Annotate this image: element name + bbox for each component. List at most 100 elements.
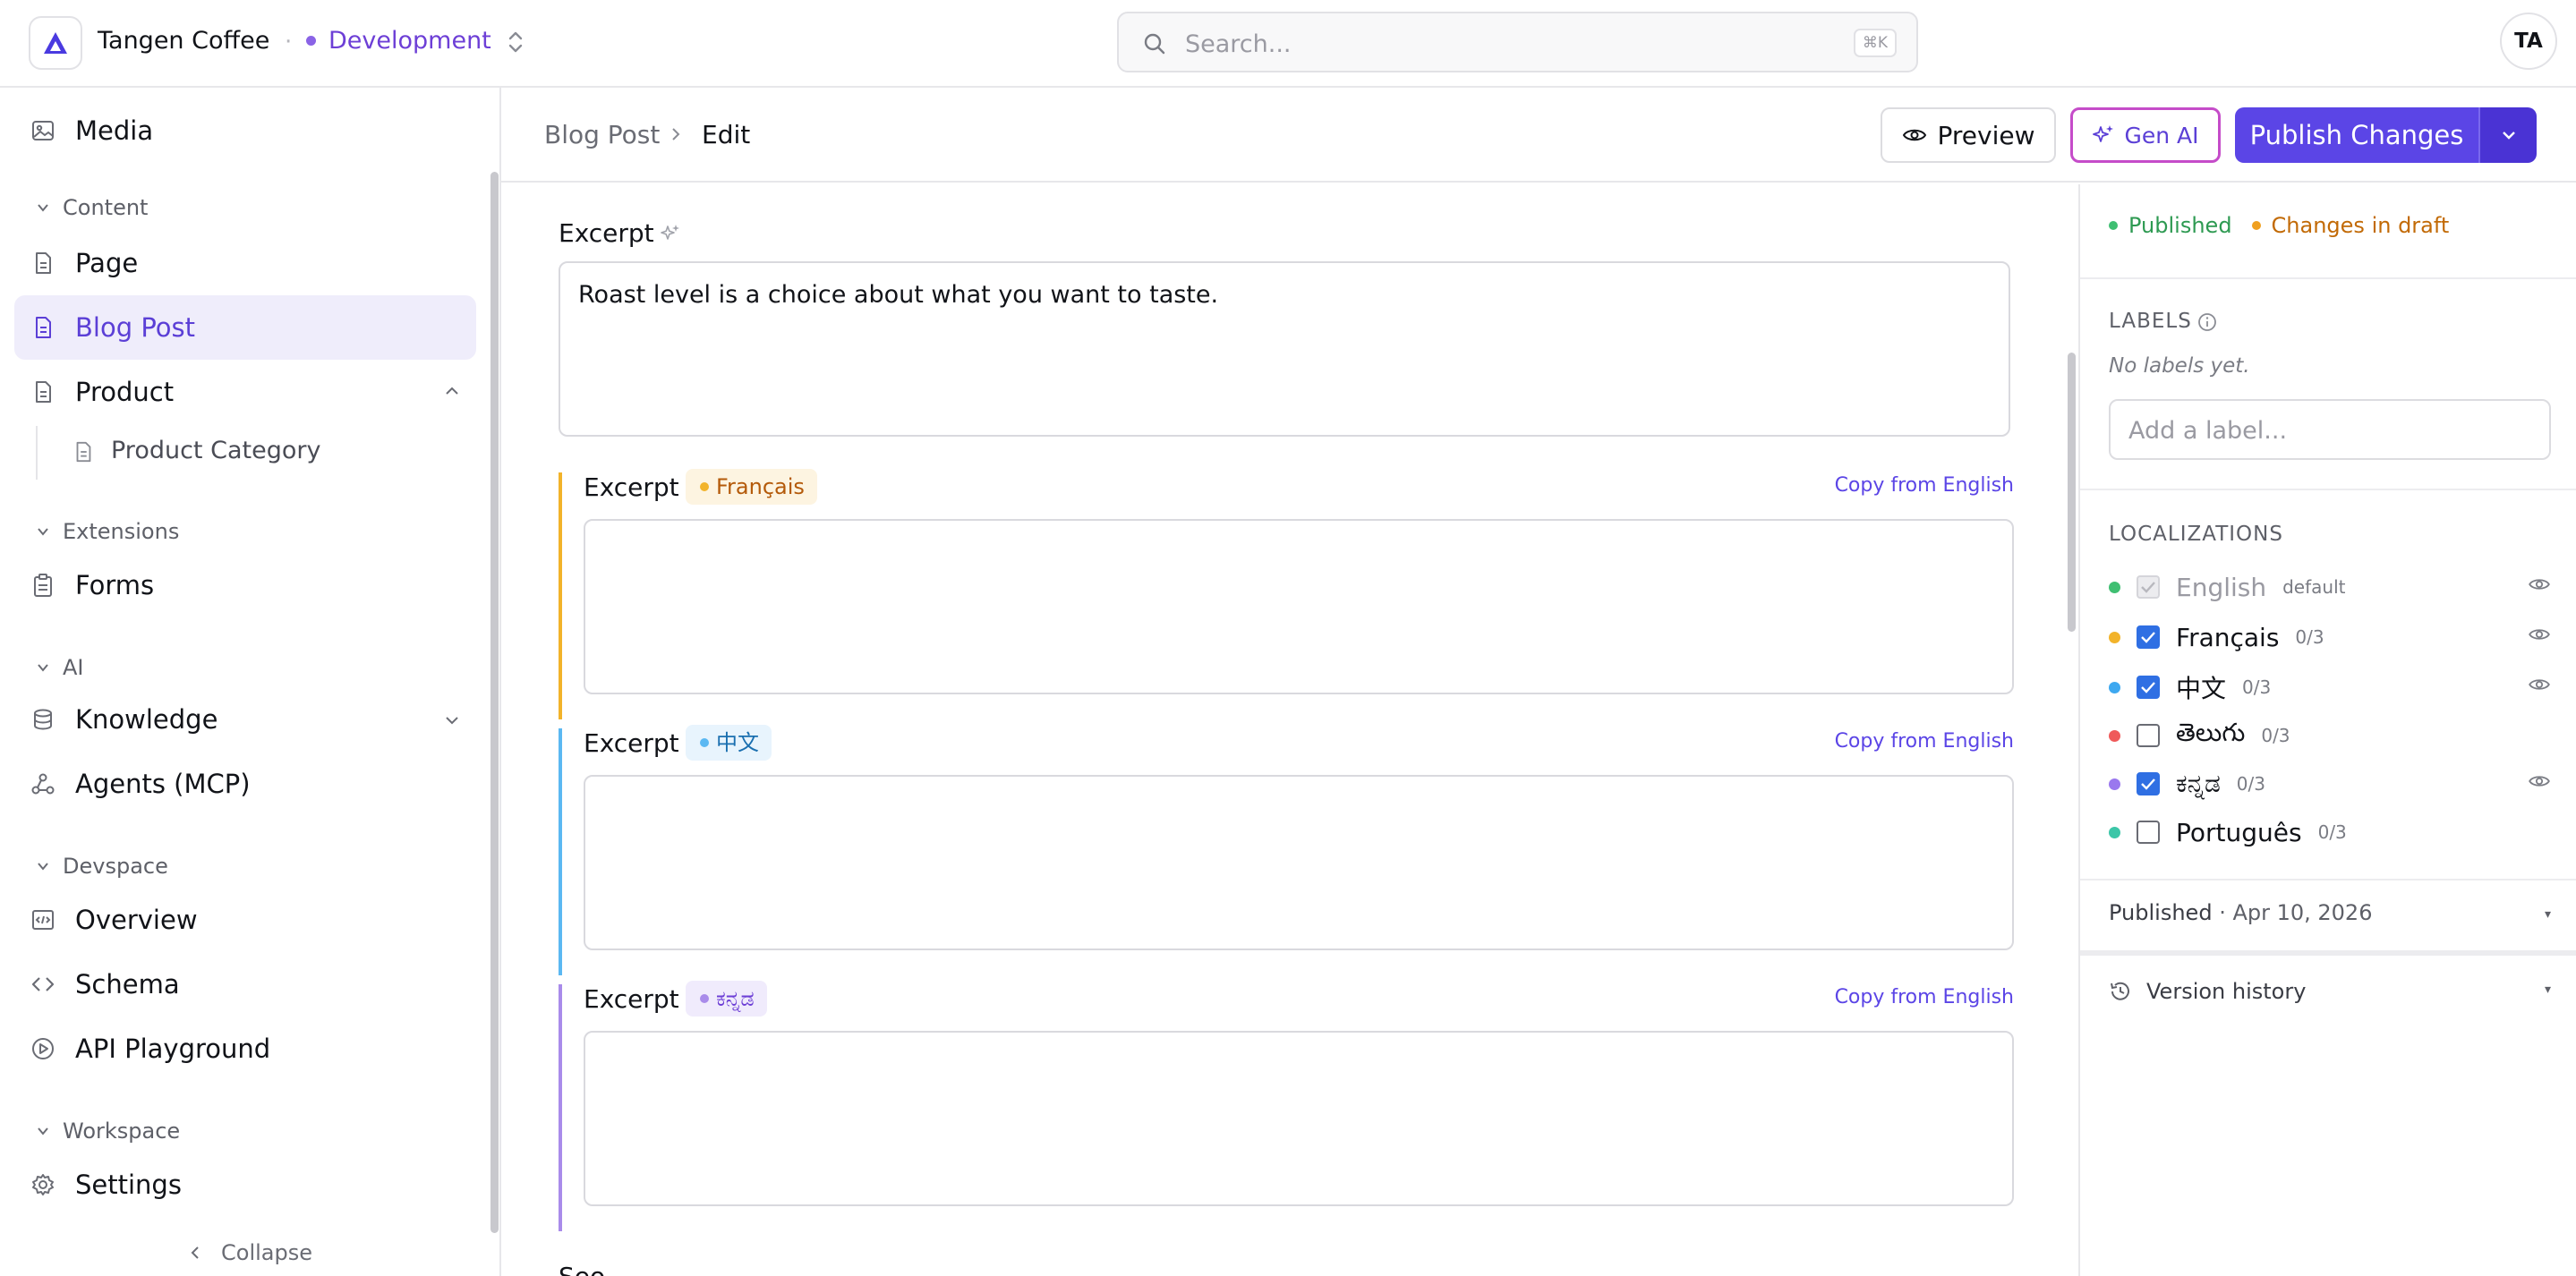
checkmark-icon: [2141, 582, 2155, 593]
environment-switcher[interactable]: Development: [306, 27, 491, 55]
sidebar-item-blog-post[interactable]: Blog Post: [14, 295, 476, 360]
divider: [2080, 277, 2576, 279]
locale-dot: [2109, 581, 2120, 593]
sidebar-item-label: Page: [75, 248, 139, 278]
caret-down-icon: ▾: [2544, 907, 2551, 922]
locale-dot: [2109, 631, 2120, 643]
environment-label: Development: [328, 27, 491, 55]
locale-badge-zh: 中文: [686, 725, 772, 761]
breadcrumb-root[interactable]: Blog Post: [544, 120, 660, 149]
info-icon[interactable]: [2196, 311, 2218, 333]
excerpt-textarea-fr[interactable]: [584, 519, 2014, 694]
locale-checkbox[interactable]: [2137, 821, 2160, 844]
gen-ai-button[interactable]: Gen AI: [2070, 107, 2221, 163]
locale-meta: 0/3: [2261, 725, 2290, 746]
sidebar-item-knowledge[interactable]: Knowledge: [14, 687, 476, 752]
chevron-up-icon[interactable]: [444, 385, 460, 397]
sidebar-item-product-category[interactable]: Product Category: [36, 426, 474, 480]
settings-panel: Published Changes in draft LABELS No lab…: [2078, 184, 2576, 1276]
section-extensions[interactable]: Extensions: [36, 519, 179, 544]
draft-dot: [2251, 221, 2261, 230]
code-brackets-icon: [31, 977, 55, 991]
app-logo[interactable]: [29, 16, 82, 70]
publish-options-button[interactable]: [2478, 107, 2537, 163]
locale-name: తెలుగు: [2176, 718, 2246, 747]
webhook-icon: [31, 773, 55, 795]
sidebar-item-product[interactable]: Product: [14, 360, 476, 424]
version-history-row[interactable]: Version history ▾: [2109, 979, 2551, 1004]
excerpt-textarea[interactable]: Roast level is a choice about what you w…: [559, 261, 2010, 437]
preview-button[interactable]: Preview: [1881, 107, 2056, 163]
sidebar-scrollbar[interactable]: [490, 172, 499, 1233]
section-content[interactable]: Content: [36, 195, 148, 220]
excerpt-textarea-kn[interactable]: [584, 1031, 2014, 1206]
section-devspace[interactable]: Devspace: [36, 854, 168, 879]
code-file-icon: [32, 910, 54, 930]
copy-from-english-link[interactable]: Copy from English: [1835, 474, 2014, 497]
search-input[interactable]: Search... ⌘K: [1117, 12, 1918, 72]
locale-name: Français: [716, 474, 805, 499]
locale-checkbox[interactable]: [2137, 676, 2160, 699]
eye-icon[interactable]: [2528, 773, 2551, 789]
localizations-heading: LOCALIZATIONS: [2109, 523, 2283, 546]
sidebar-item-page[interactable]: Page: [14, 231, 476, 295]
eye-icon[interactable]: [2528, 576, 2551, 592]
locale-checkbox[interactable]: [2137, 772, 2160, 795]
eye-icon[interactable]: [2528, 676, 2551, 693]
publish-changes-button[interactable]: Publish Changes: [2235, 107, 2478, 163]
sidebar-item-schema[interactable]: Schema: [14, 952, 476, 1017]
editor-content: Excerpt Roast level is a choice about wh…: [501, 184, 2078, 1276]
editor-scrollbar[interactable]: [2068, 353, 2076, 632]
field-label-excerpt: Excerpt: [559, 218, 654, 248]
locale-meta: 0/3: [2295, 626, 2324, 648]
workspace-name[interactable]: Tangen Coffee: [98, 27, 269, 55]
sidebar-item-overview[interactable]: Overview: [14, 888, 476, 952]
document-icon: [76, 441, 91, 463]
document-icon: [36, 381, 51, 403]
sidebar-item-api-playground[interactable]: API Playground: [14, 1017, 476, 1081]
locale-dot: [700, 994, 709, 1003]
localization-row-chinese: 中文 0/3: [2109, 669, 2551, 705]
add-label-input[interactable]: Add a label...: [2109, 399, 2551, 460]
checkmark-icon: [2141, 632, 2155, 643]
locale-checkbox[interactable]: [2137, 625, 2160, 649]
status-row: Published Changes in draft: [2109, 213, 2449, 238]
sparkles-icon: [2093, 125, 2114, 142]
add-label-placeholder: Add a label...: [2128, 417, 2288, 445]
sidebar-item-forms[interactable]: Forms: [14, 553, 476, 617]
published-info-row[interactable]: Published · Apr 10, 2026 ▾: [2109, 900, 2551, 925]
copy-from-english-link[interactable]: Copy from English: [1835, 730, 2014, 753]
sparkles-icon[interactable]: [659, 222, 682, 245]
document-icon: [36, 317, 51, 338]
image-icon: [32, 121, 54, 140]
status-draft: Changes in draft: [2271, 213, 2450, 238]
eye-icon[interactable]: [2528, 626, 2551, 642]
chevron-up-down-icon[interactable]: [505, 29, 526, 55]
chevron-down-icon: [38, 1127, 48, 1136]
section-workspace[interactable]: Workspace: [36, 1119, 180, 1144]
collapse-button[interactable]: Collapse: [0, 1229, 501, 1276]
excerpt-textarea-zh[interactable]: [584, 775, 2014, 950]
sidebar-item-agents[interactable]: Agents (MCP): [14, 752, 476, 816]
sidebar-item-media[interactable]: Media: [14, 98, 476, 163]
copy-from-english-link[interactable]: Copy from English: [1835, 986, 2014, 1008]
section-ai[interactable]: AI: [36, 655, 84, 680]
locale-dot: [2109, 729, 2120, 742]
locale-checkbox[interactable]: [2137, 724, 2160, 747]
chevron-down-icon[interactable]: [444, 714, 460, 727]
locale-name: English: [2176, 572, 2267, 602]
sidebar-item-label: Forms: [75, 570, 155, 600]
localization-row-francais: Français 0/3: [2109, 619, 2551, 655]
labels-empty-note: No labels yet.: [2109, 354, 2250, 378]
version-history-label: Version history: [2146, 979, 2307, 1004]
locale-name: Français: [2176, 622, 2280, 652]
caret-down-icon: ▾: [2544, 983, 2551, 997]
preview-label: Preview: [1937, 120, 2035, 150]
divider: [2080, 950, 2576, 956]
field-label-excerpt-fr: Excerpt: [584, 472, 679, 502]
section-label: AI: [63, 655, 84, 680]
avatar[interactable]: TA: [2500, 13, 2557, 70]
breadcrumb-current: Edit: [702, 120, 751, 149]
eye-icon: [1902, 129, 1926, 141]
sidebar-item-settings[interactable]: Settings: [14, 1153, 476, 1217]
